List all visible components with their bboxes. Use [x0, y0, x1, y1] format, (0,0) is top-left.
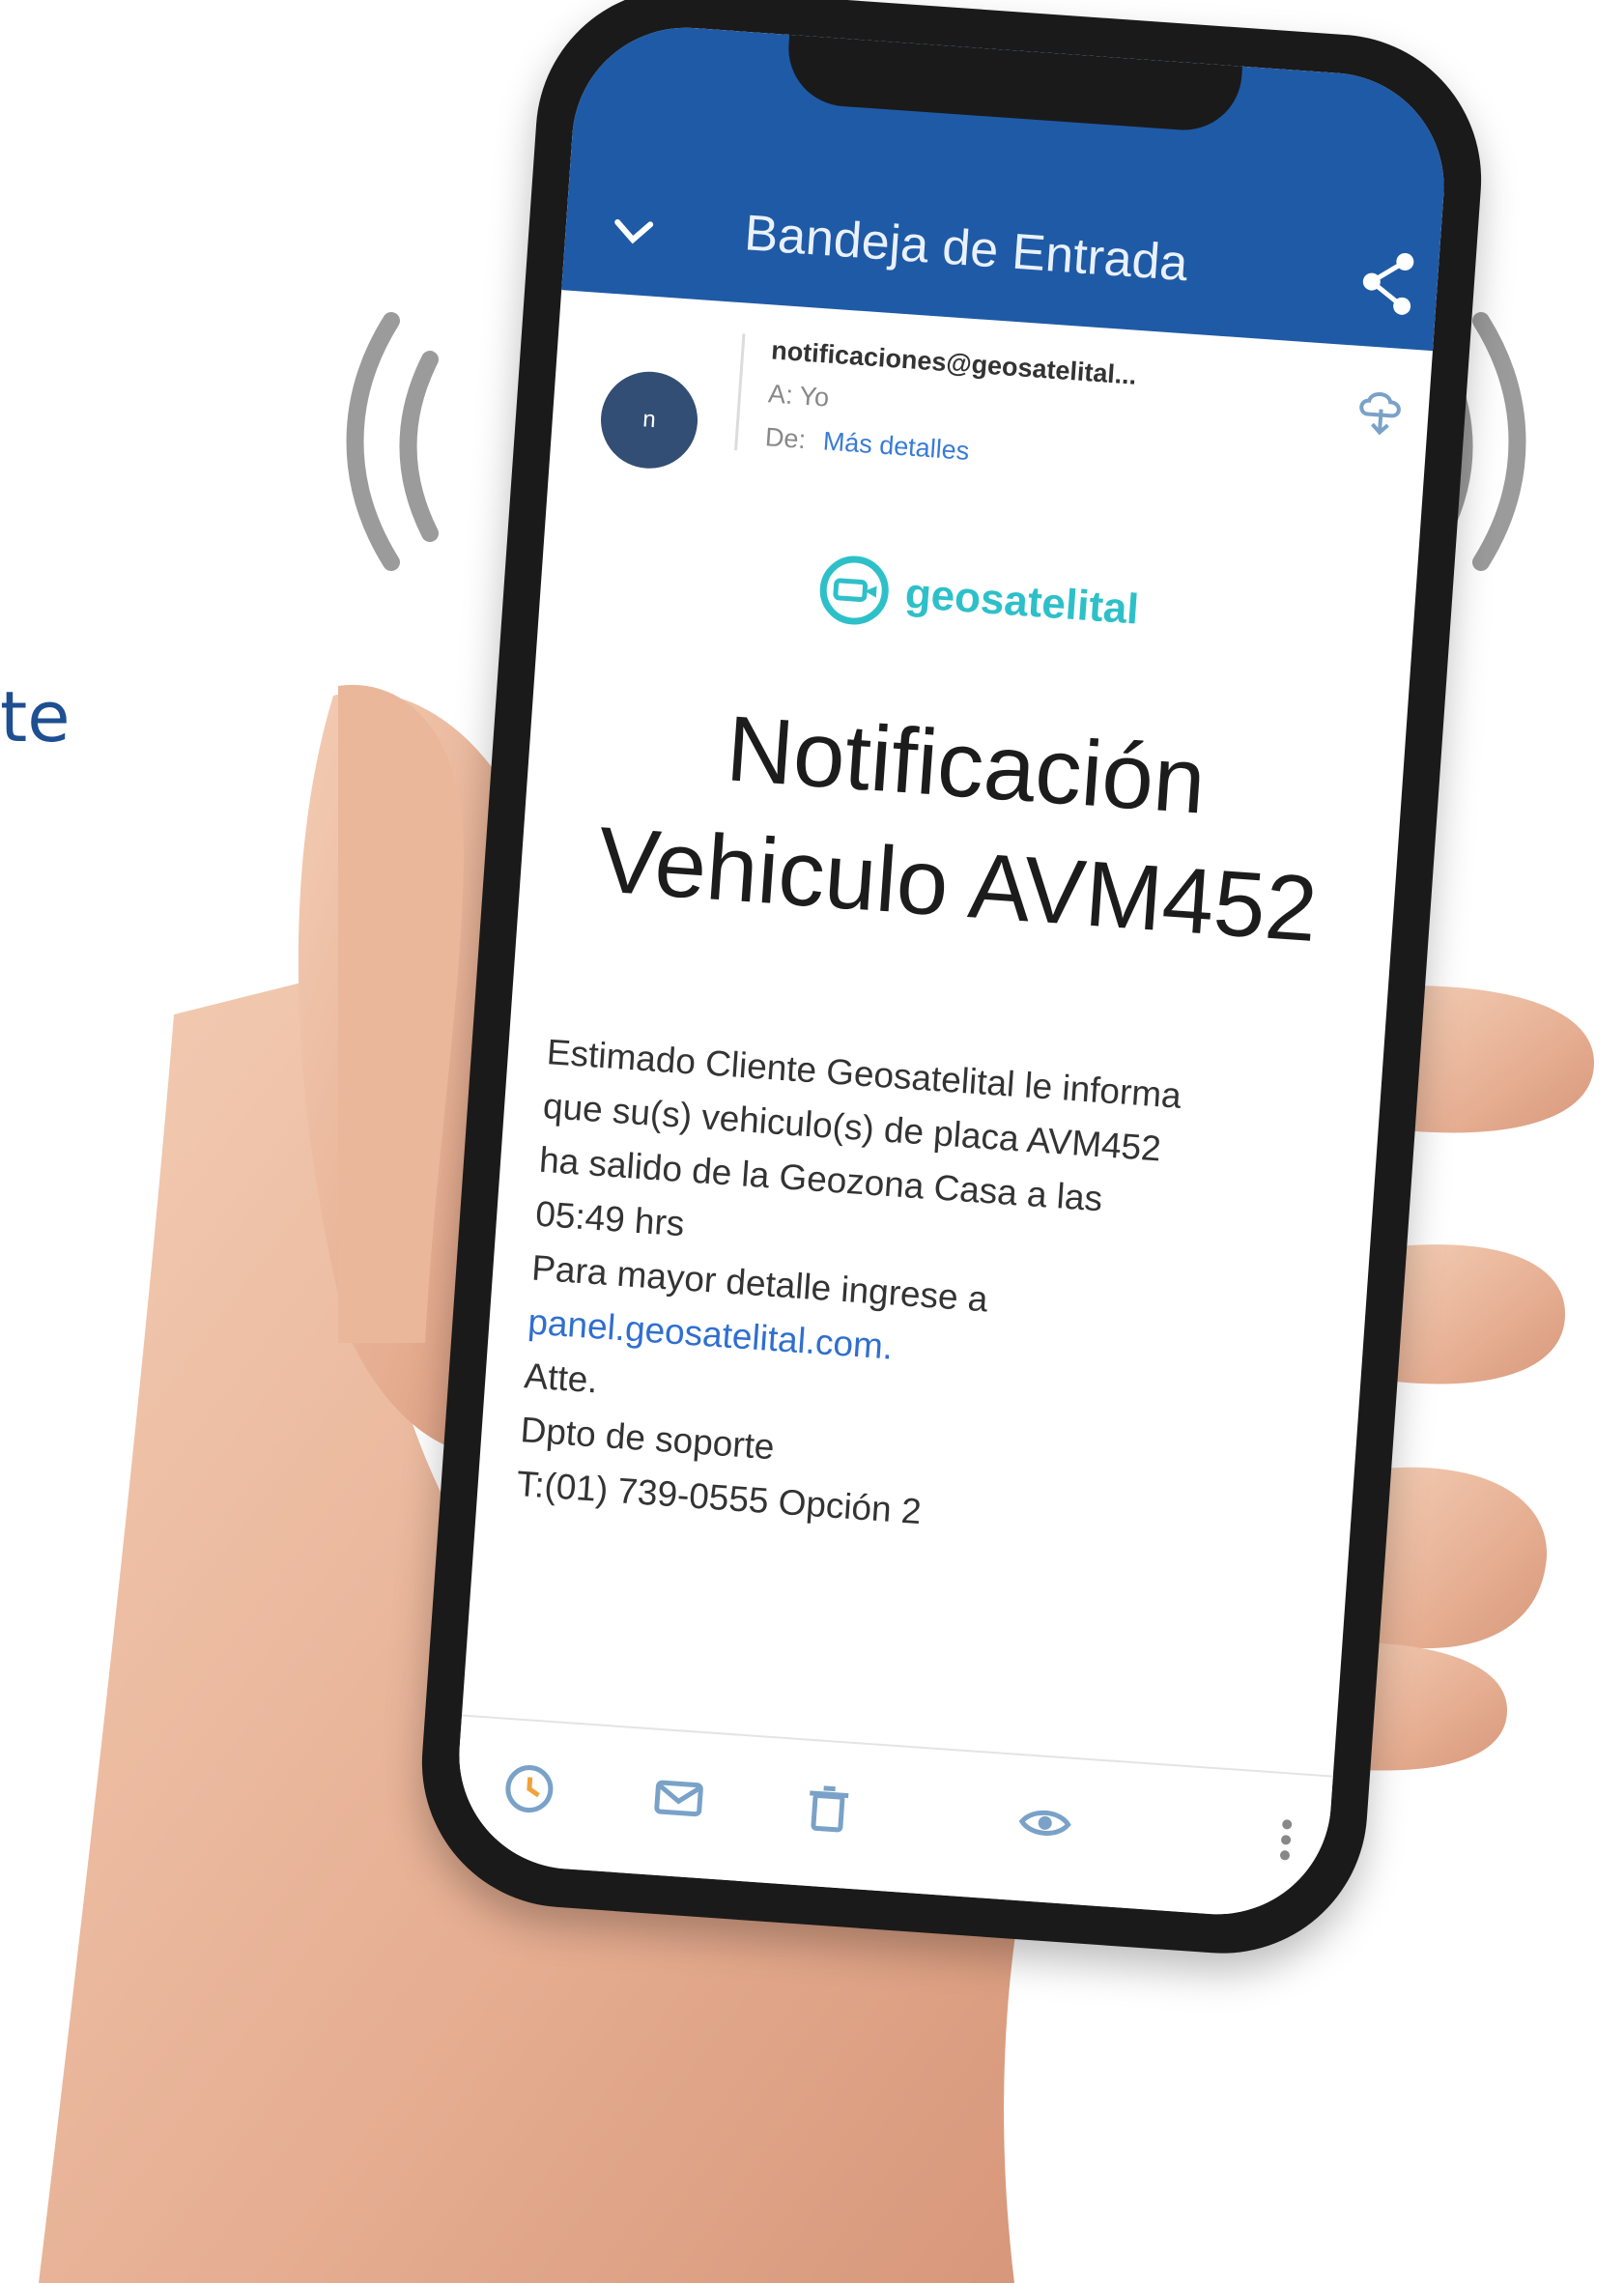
- sender-meta: notificaciones@geosatelital... A: Yo De:…: [734, 333, 1325, 492]
- brand-name: geosatelital: [903, 569, 1141, 634]
- notification-headline: Notificación Vehiculo AVM452: [537, 677, 1386, 975]
- more-vertical-icon[interactable]: [1255, 1809, 1317, 1870]
- phone-screen: Bandeja de Entrada n notificaciones@geos…: [451, 19, 1452, 1923]
- eye-icon[interactable]: [1014, 1792, 1076, 1854]
- avatar: n: [597, 368, 701, 472]
- inbox-title: Bandeja de Entrada: [742, 205, 1190, 293]
- cloud-download-icon[interactable]: [1353, 385, 1410, 441]
- chevron-down-icon[interactable]: [608, 206, 659, 257]
- smartphone: Bandeja de Entrada n notificaciones@geos…: [412, 0, 1492, 1963]
- bottom-action-bar: [451, 1714, 1333, 1923]
- email-body: Estimado Cliente Geosatelital le informa…: [515, 1025, 1353, 1567]
- vibration-icon: [346, 312, 439, 571]
- thumb-overlay: [338, 684, 464, 1343]
- envelope-icon[interactable]: [648, 1766, 710, 1828]
- trash-icon[interactable]: [797, 1777, 859, 1839]
- clock-icon[interactable]: [499, 1756, 560, 1818]
- details-link[interactable]: Más detalles: [822, 426, 970, 466]
- share-icon[interactable]: [1357, 247, 1420, 319]
- details-label: De:: [764, 422, 808, 455]
- logo-mark-icon: [819, 556, 889, 625]
